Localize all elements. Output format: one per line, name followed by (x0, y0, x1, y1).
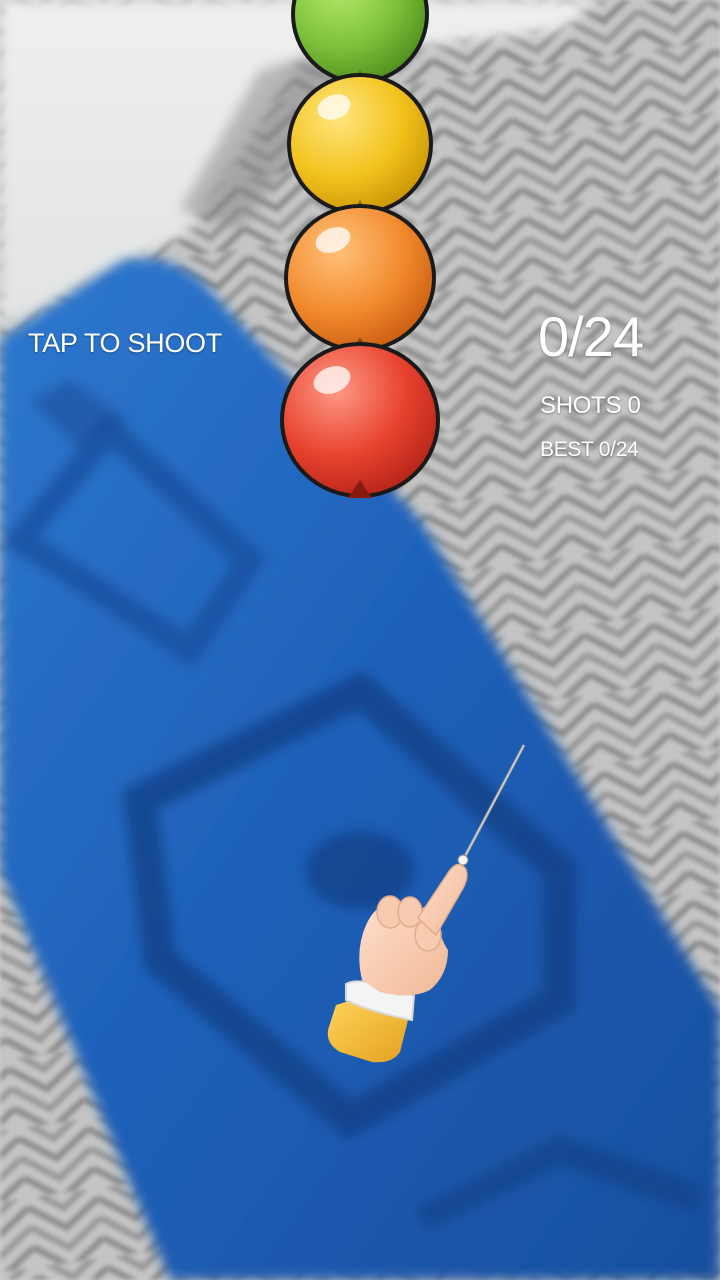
tap-to-shoot-area[interactable] (0, 0, 720, 1280)
